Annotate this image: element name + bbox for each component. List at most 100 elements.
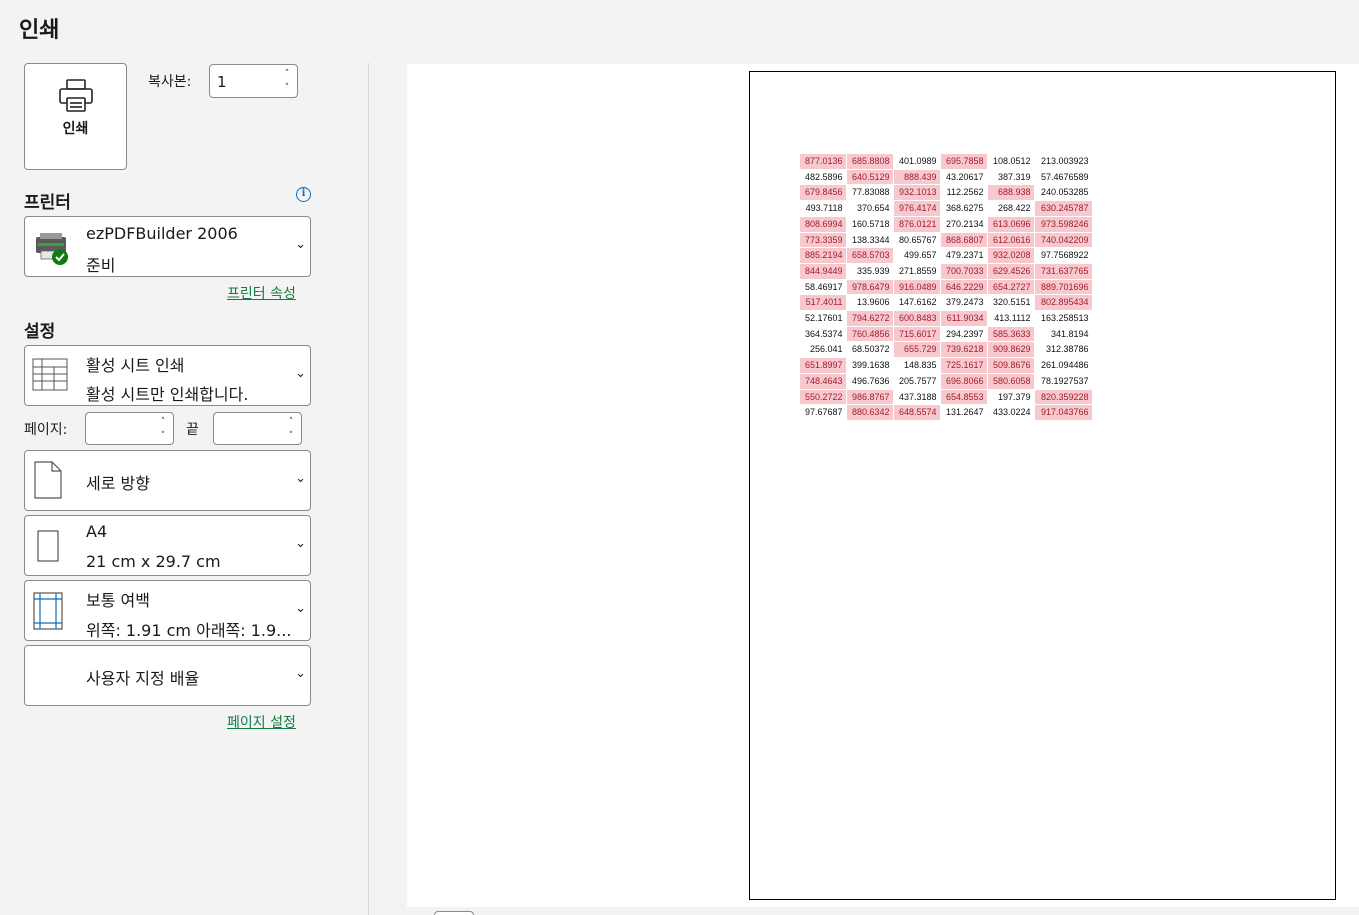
table-cell: 600.8483: [893, 310, 941, 327]
table-row: 885.2194 658.5703 499.657 479.2371 932.0208 9…: [800, 247, 1093, 264]
table-cell: 932.1013: [893, 184, 941, 202]
copies-stepper[interactable]: 1 ˄ ˅: [209, 64, 298, 98]
paper-size-dropdown[interactable]: A4 21 cm x 29.7 cm ⌄: [24, 515, 311, 576]
page-navigation-tab[interactable]: [434, 911, 474, 915]
table-cell: 917.043766: [1034, 404, 1093, 421]
table-row: 877.0136 685.8808 401.0989 695.7858 108.0512…: [800, 154, 1093, 170]
printer-section-label: 프린터: [24, 193, 71, 213]
table-cell: 876.0121: [893, 216, 941, 233]
table-cell: 13.9606: [846, 294, 894, 312]
print-button[interactable]: 인쇄: [24, 63, 127, 170]
margins-title: 보통 여백: [86, 591, 150, 610]
table-cell: 808.6994: [800, 216, 847, 233]
table-cell: 868.6807: [940, 232, 988, 249]
printer-icon: [58, 79, 93, 112]
table-cell: 509.8676: [987, 357, 1035, 374]
table-cell: 401.0989: [893, 154, 941, 170]
table-cell: 335.939: [846, 263, 894, 280]
table-cell: 679.8456: [800, 184, 847, 202]
table-cell: 433.0224: [987, 404, 1035, 421]
stepper-arrows-icon[interactable]: ˄ ˅: [286, 415, 296, 443]
table-cell: 437.3188: [893, 389, 941, 406]
page-title: 인쇄: [19, 18, 60, 43]
table-cell: 271.8559: [893, 263, 941, 280]
stepper-arrows-icon[interactable]: ˄ ˅: [158, 415, 168, 443]
table-cell: 112.2562: [940, 184, 988, 202]
table-cell: 700.7033: [940, 263, 988, 280]
table-cell: 256.041: [800, 341, 847, 359]
table-cell: 320.5151: [987, 294, 1035, 312]
chevron-down-icon: ⌄: [295, 471, 306, 486]
table-row: 482.5896 640.5129 888.439 43.20617 387.319 57…: [800, 169, 1093, 186]
table-row: 773.3359 138.3344 80.65767 868.6807 612.0616…: [800, 232, 1093, 249]
pages-to-stepper[interactable]: ˄ ˅: [213, 412, 302, 445]
table-cell: 197.379: [987, 389, 1035, 406]
table-cell: 482.5896: [800, 169, 847, 186]
chevron-down-icon: ⌄: [295, 237, 306, 252]
chevron-down-icon: ⌄: [295, 366, 306, 381]
table-cell: 651.8997: [800, 357, 847, 374]
table-cell: 580.6058: [987, 373, 1035, 390]
table-cell: 368.6275: [940, 200, 988, 217]
table-cell: 312.38786: [1034, 341, 1093, 359]
preview-sheet-table: 877.0136 685.8808 401.0989 695.7858 108.0512…: [800, 154, 1093, 421]
table-cell: 270.2134: [940, 216, 988, 233]
print-button-label: 인쇄: [62, 121, 89, 137]
table-cell: 413.1112: [987, 310, 1035, 327]
table-row: 58.46917 978.6479 916.0489 646.2229 654.2727…: [800, 279, 1093, 296]
table-cell: 341.8194: [1034, 326, 1093, 343]
table-cell: 240.053285: [1034, 184, 1093, 202]
table-cell: 399.1638: [846, 357, 894, 374]
pages-label: 페이지:: [24, 422, 68, 438]
table-cell: 880.6342: [846, 404, 894, 421]
pages-from-stepper[interactable]: ˄ ˅: [85, 412, 174, 445]
print-what-dropdown[interactable]: 활성 시트 인쇄 활성 시트만 인쇄합니다. ⌄: [24, 345, 311, 406]
table-cell: 97.67687: [800, 404, 847, 421]
table-cell: 731.637765: [1034, 263, 1093, 280]
table-cell: 131.2647: [940, 404, 988, 421]
table-cell: 479.2371: [940, 247, 988, 264]
panel-divider: [368, 63, 369, 915]
table-cell: 261.094486: [1034, 357, 1093, 374]
table-cell: 844.9449: [800, 263, 847, 280]
table-cell: 496.7636: [846, 373, 894, 390]
table-cell: 80.65767: [893, 232, 941, 249]
table-cell: 646.2229: [940, 279, 988, 296]
table-cell: 138.3344: [846, 232, 894, 249]
print-what-subtitle: 활성 시트만 인쇄합니다.: [86, 385, 249, 404]
table-cell: 613.0696: [987, 216, 1035, 233]
table-cell: 108.0512: [987, 154, 1035, 170]
stepper-arrows-icon[interactable]: ˄ ˅: [282, 67, 292, 95]
info-icon[interactable]: i: [296, 187, 311, 202]
table-cell: 877.0136: [800, 154, 847, 170]
margins-dropdown[interactable]: 보통 여백 위쪽: 1.91 cm 아래쪽: 1.9... ⌄: [24, 580, 311, 641]
scaling-dropdown[interactable]: 사용자 지정 배율 ⌄: [24, 645, 311, 706]
table-row: 97.67687 880.6342 648.5574 131.2647 433.0224…: [800, 404, 1093, 421]
table-cell: 655.729: [893, 341, 941, 359]
table-cell: 986.8767: [846, 389, 894, 406]
table-cell: 748.4643: [800, 373, 847, 390]
table-cell: 916.0489: [893, 279, 941, 296]
table-cell: 268.422: [987, 200, 1035, 217]
copies-label: 복사본:: [148, 74, 192, 90]
table-cell: 976.4174: [893, 200, 941, 217]
orientation-dropdown[interactable]: 세로 방향 ⌄: [24, 450, 311, 511]
table-cell: 205.7577: [893, 373, 941, 390]
table-cell: 685.8808: [846, 154, 894, 170]
page-setup-link[interactable]: 페이지 설정: [227, 712, 296, 732]
table-cell: 52.17601: [800, 310, 847, 327]
table-cell: 58.46917: [800, 279, 847, 296]
table-cell: 387.319: [987, 169, 1035, 186]
printer-properties-link[interactable]: 프린터 속성: [227, 283, 296, 303]
table-cell: 78.1927537: [1034, 373, 1093, 390]
table-cell: 739.6218: [940, 341, 988, 359]
chevron-down-icon: ⌄: [295, 601, 306, 616]
table-row: 550.2722 986.8767 437.3188 654.8553 197.379 8…: [800, 389, 1093, 406]
table-cell: 820.359228: [1034, 389, 1093, 406]
portrait-page-icon: [34, 461, 62, 499]
table-cell: 696.8066: [940, 373, 988, 390]
printer-dropdown[interactable]: ezPDFBuilder 2006 준비 ⌄: [24, 216, 311, 277]
table-cell: 640.5129: [846, 169, 894, 186]
copies-value: 1: [217, 73, 227, 91]
table-cell: 97.7568922: [1034, 247, 1093, 264]
